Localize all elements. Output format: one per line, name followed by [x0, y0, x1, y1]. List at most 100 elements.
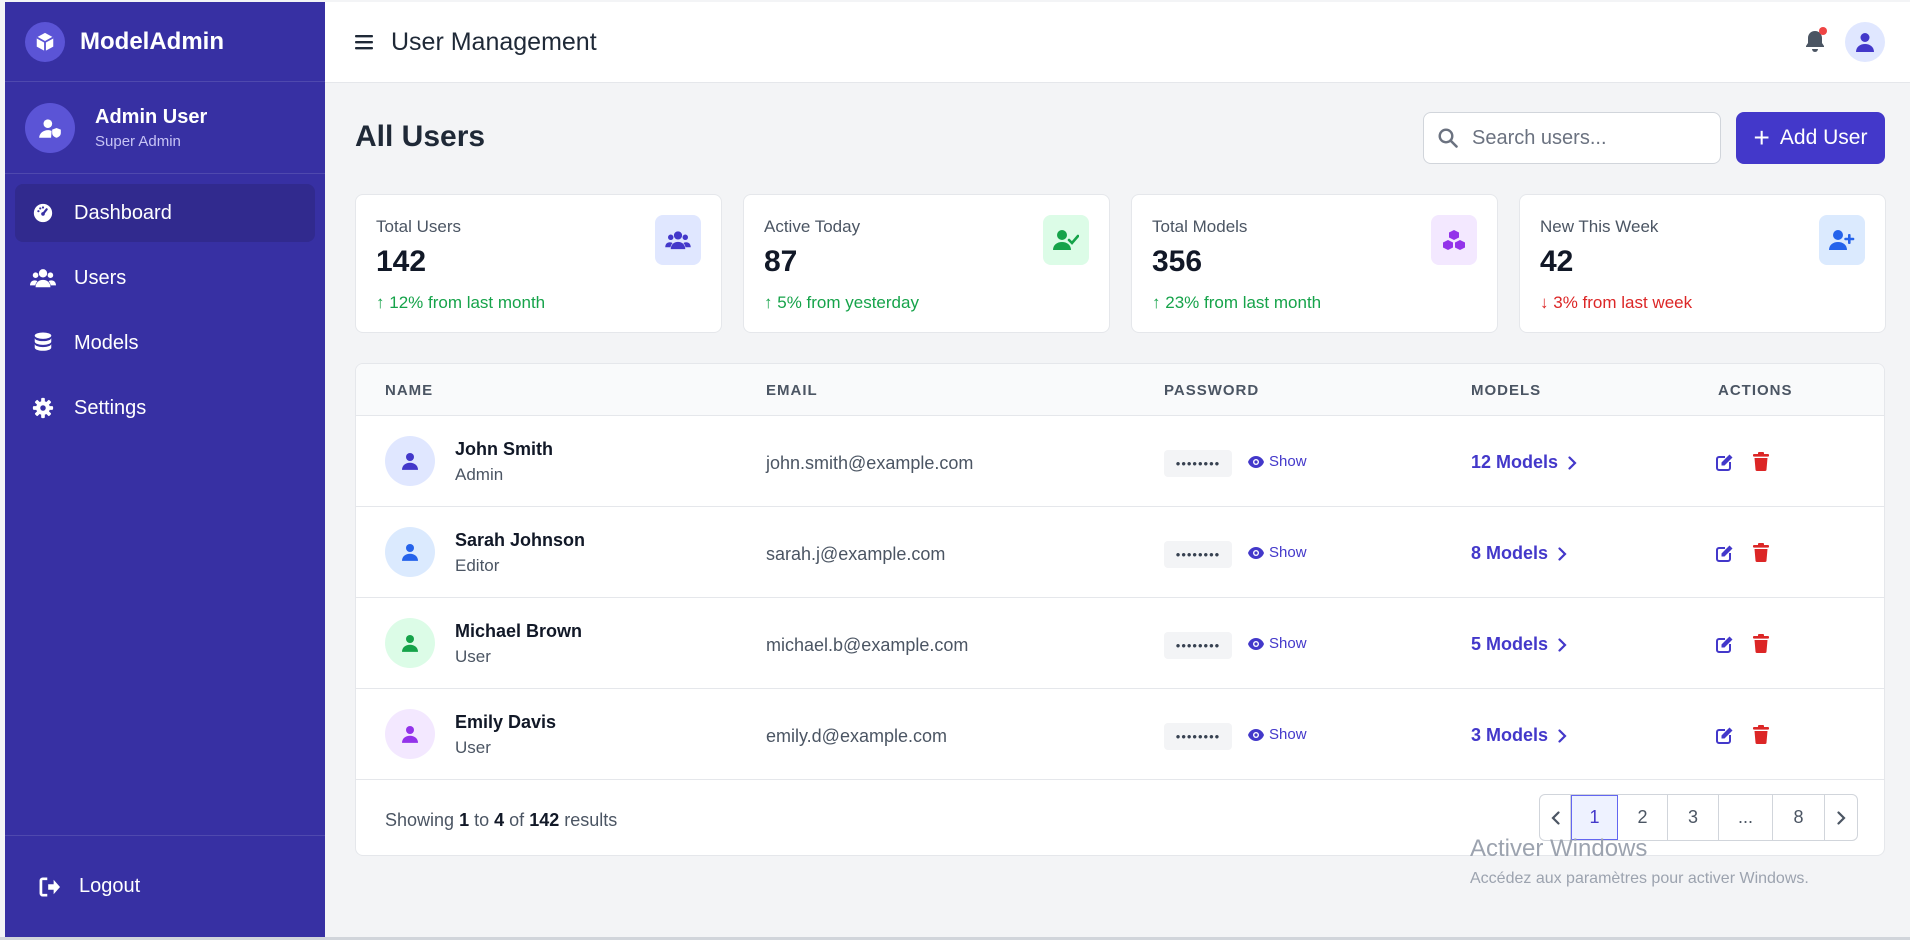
trash-icon[interactable]	[1753, 634, 1769, 653]
notifications-button[interactable]	[1805, 27, 1827, 57]
stat-value: 87	[764, 245, 798, 278]
edit-icon[interactable]	[1716, 635, 1734, 653]
summary-to: 4	[494, 810, 505, 830]
hamburger-icon	[355, 35, 373, 50]
search-input[interactable]	[1472, 126, 1702, 150]
sidebar-item-dashboard[interactable]: Dashboard	[15, 184, 315, 242]
database-icon	[30, 332, 56, 354]
stat-card-new-this-week: New This Week 42 ↓ 3% from last week	[1519, 194, 1886, 333]
stat-value: 356	[1152, 245, 1203, 278]
add-user-button[interactable]: + Add User	[1736, 112, 1885, 164]
column-header-models[interactable]: MODELS	[1471, 382, 1541, 399]
stat-change: ↓ 3% from last week	[1540, 293, 1692, 313]
column-header-password[interactable]: PASSWORD	[1164, 382, 1259, 399]
user-email: emily.d@example.com	[766, 726, 947, 746]
password-mask: ••••••••	[1164, 450, 1232, 477]
page-button[interactable]: 3	[1668, 795, 1719, 840]
user-name: Sarah Johnson	[455, 530, 586, 550]
password-mask: ••••••••	[1164, 632, 1232, 659]
user-icon	[402, 453, 418, 470]
user-name: Emily Davis	[455, 712, 557, 732]
models-link[interactable]: 12 Models	[1471, 452, 1577, 473]
chevron-right-icon	[1568, 455, 1577, 470]
edit-icon[interactable]	[1716, 544, 1734, 562]
table-footer: Showing 1 to 4 of 142 results 1 2 3 ... …	[356, 780, 1884, 855]
user-plus-icon	[1819, 215, 1865, 265]
page-button[interactable]: 1	[1571, 795, 1618, 840]
stat-change: ↑ 5% from yesterday	[764, 293, 919, 313]
users-icon	[655, 215, 701, 265]
sidebar-item-label: Dashboard	[74, 201, 172, 224]
show-password-button[interactable]: Show	[1248, 726, 1307, 743]
user-avatar	[385, 527, 435, 577]
page-ellipsis: ...	[1719, 795, 1773, 840]
stat-label: Total Models	[1152, 217, 1248, 236]
models-link[interactable]: 3 Models	[1471, 725, 1567, 746]
column-header-email[interactable]: EMAIL	[766, 382, 818, 399]
user-icon	[1856, 33, 1874, 52]
trash-icon[interactable]	[1753, 725, 1769, 744]
show-password-button[interactable]: Show	[1248, 453, 1307, 470]
column-header-name[interactable]: NAME	[385, 382, 433, 399]
top-bar: User Management	[325, 2, 1910, 83]
logout-button[interactable]: Logout	[39, 875, 140, 898]
user-check-icon	[1043, 215, 1089, 265]
sidebar-item-settings[interactable]: Settings	[15, 379, 315, 437]
pagination: 1 2 3 ... 8	[1539, 794, 1858, 841]
page-title: User Management	[391, 27, 597, 56]
search-box[interactable]	[1423, 112, 1721, 164]
results-summary: Showing 1 to 4 of 142 results	[385, 810, 617, 831]
user-email: john.smith@example.com	[766, 453, 974, 473]
page-button[interactable]: 8	[1773, 795, 1825, 840]
activation-watermark-subtitle: Accédez aux paramètres pour activer Wind…	[1470, 870, 1809, 887]
stat-change-text: 12% from last month	[389, 293, 546, 312]
edit-icon[interactable]	[1716, 453, 1734, 471]
stat-value: 142	[376, 245, 427, 278]
user-menu-avatar[interactable]	[1845, 22, 1885, 62]
summary-to-word: to	[474, 810, 490, 830]
edit-icon[interactable]	[1716, 726, 1734, 744]
user-email: sarah.j@example.com	[766, 544, 946, 564]
models-count: 8 Models	[1471, 543, 1549, 563]
plus-icon: +	[1753, 122, 1770, 153]
sidebar-item-users[interactable]: Users	[15, 249, 315, 307]
eye-icon	[1248, 637, 1264, 650]
show-label: Show	[1269, 544, 1307, 561]
cube-icon	[25, 21, 65, 62]
password-mask: ••••••••	[1164, 723, 1232, 750]
show-label: Show	[1269, 453, 1307, 470]
user-icon	[402, 726, 418, 743]
show-password-button[interactable]: Show	[1248, 544, 1307, 561]
next-page-button[interactable]	[1825, 795, 1857, 840]
trash-icon[interactable]	[1753, 543, 1769, 562]
chevron-right-icon	[1558, 728, 1567, 743]
models-count: 12 Models	[1471, 452, 1559, 472]
stat-change-text: 23% from last month	[1165, 293, 1322, 312]
sidebar-item-label: Users	[74, 266, 127, 289]
brand[interactable]: ModelAdmin	[5, 2, 325, 82]
password-mask: ••••••••	[1164, 541, 1232, 568]
profile-name: Admin User	[95, 105, 208, 128]
models-link[interactable]: 5 Models	[1471, 634, 1567, 655]
models-link[interactable]: 8 Models	[1471, 543, 1567, 564]
models-count: 5 Models	[1471, 634, 1549, 654]
show-label: Show	[1269, 726, 1307, 743]
profile-role: Super Admin	[95, 132, 181, 150]
trash-icon[interactable]	[1753, 452, 1769, 471]
summary-of-word: of	[509, 810, 525, 830]
user-role: User	[455, 738, 491, 757]
show-password-button[interactable]: Show	[1248, 635, 1307, 652]
user-icon	[402, 635, 418, 652]
section-heading: All Users	[355, 120, 486, 153]
user-role: User	[455, 647, 491, 666]
stat-card-active-today: Active Today 87 ↑ 5% from yesterday	[743, 194, 1110, 333]
table-header: NAME EMAIL PASSWORD MODELS ACTIONS	[356, 364, 1884, 416]
sidebar-item-models[interactable]: Models	[15, 314, 315, 372]
brand-name: ModelAdmin	[80, 27, 224, 55]
chevron-right-icon	[1558, 637, 1567, 652]
page-button[interactable]: 2	[1618, 795, 1668, 840]
prev-page-button[interactable]	[1540, 795, 1571, 840]
menu-toggle-button[interactable]	[355, 34, 373, 50]
users-icon	[30, 267, 56, 289]
arrow-up-icon: ↑	[376, 293, 385, 312]
